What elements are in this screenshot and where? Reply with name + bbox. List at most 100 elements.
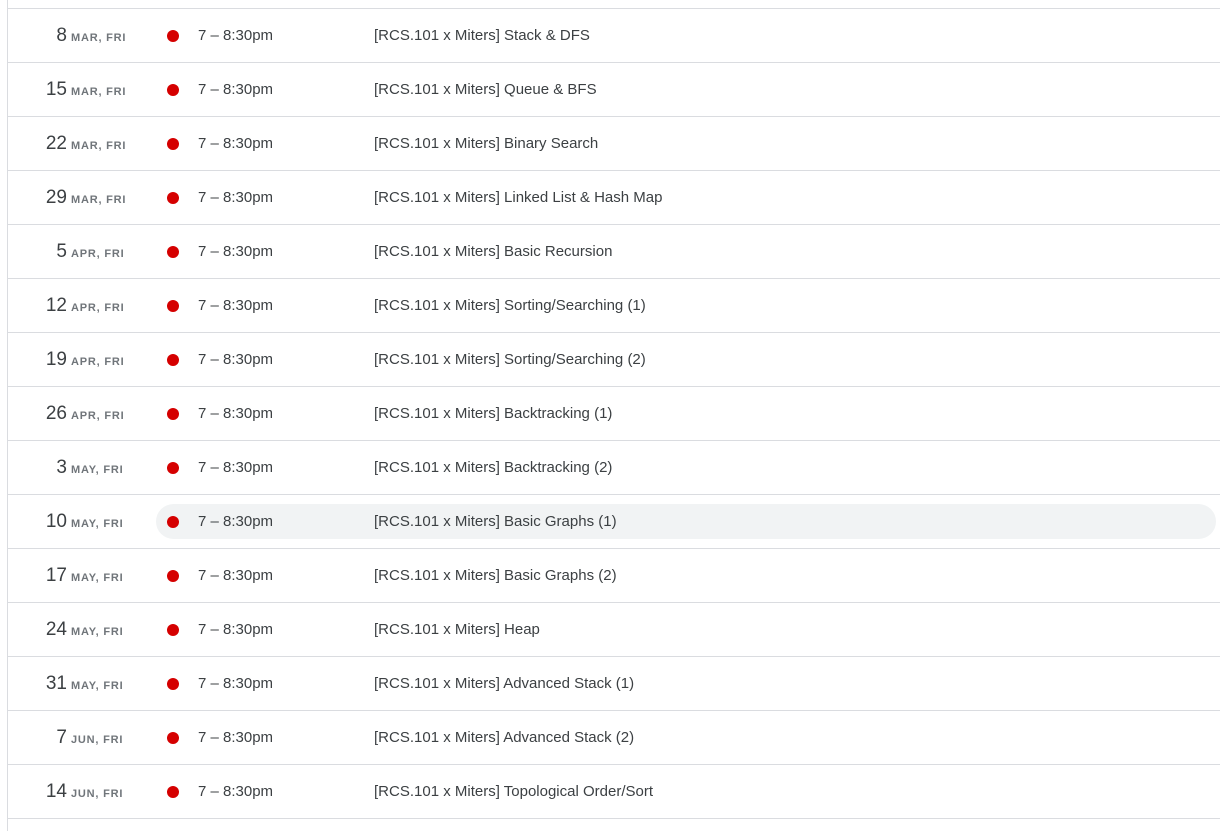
event-title: [RCS.101 x Miters] Topological Order/Sor…: [374, 783, 654, 800]
event-time: 7 – 8:30pm: [198, 459, 274, 476]
day-month-weekday[interactable]: MAR, FRI: [71, 9, 126, 62]
event-title: [RCS.101 x Miters] Sorting/Searching (1): [374, 297, 646, 314]
day-number[interactable]: 14: [8, 765, 67, 818]
day-row: 24 MAY, FRI 7 – 8:30pm [RCS.101 x Miters…: [8, 603, 1220, 657]
day-month-weekday[interactable]: MAY, FRI: [71, 549, 123, 602]
day-row: 19 APR, FRI 7 – 8:30pm [RCS.101 x Miters…: [8, 333, 1220, 387]
event-item[interactable]: 7 – 8:30pm [RCS.101 x Miters] Binary Sea…: [156, 126, 1216, 161]
event-color-dot-icon: [167, 732, 179, 744]
event-title: [RCS.101 x Miters] Advanced Stack (1): [374, 675, 635, 692]
event-title: [RCS.101 x Miters] Basic Graphs (2): [374, 567, 617, 584]
event-time: 7 – 8:30pm: [198, 243, 274, 260]
day-number[interactable]: 24: [8, 603, 67, 656]
day-month-weekday[interactable]: APR, FRI: [71, 279, 124, 332]
event-color-dot-icon: [167, 570, 179, 582]
event-color-dot-icon: [167, 678, 179, 690]
event-item[interactable]: 7 – 8:30pm [RCS.101 x Miters] Heap: [156, 612, 1216, 647]
day-row: 8 MAR, FRI 7 – 8:30pm [RCS.101 x Miters]…: [8, 9, 1220, 63]
day-number[interactable]: 8: [8, 9, 67, 62]
event-color-dot-icon: [167, 138, 179, 150]
event-title: [RCS.101 x Miters] Queue & BFS: [374, 81, 597, 98]
event-title: [RCS.101 x Miters] Basic Graphs (1): [374, 513, 617, 530]
event-item[interactable]: 7 – 8:30pm [RCS.101 x Miters] Basic Grap…: [156, 558, 1216, 593]
day-row: 26 APR, FRI 7 – 8:30pm [RCS.101 x Miters…: [8, 387, 1220, 441]
event-time: 7 – 8:30pm: [198, 27, 274, 44]
event-color-dot-icon: [167, 354, 179, 366]
day-month-weekday[interactable]: JUN, FRI: [71, 765, 123, 818]
day-month-weekday[interactable]: JUN, FRI: [71, 711, 123, 764]
day-month-weekday[interactable]: APR, FRI: [71, 333, 124, 386]
event-color-dot-icon: [167, 246, 179, 258]
event-color-dot-icon: [167, 300, 179, 312]
event-time: 7 – 8:30pm: [198, 621, 274, 638]
day-row: 29 MAR, FRI 7 – 8:30pm [RCS.101 x Miters…: [8, 171, 1220, 225]
event-color-dot-icon: [167, 462, 179, 474]
event-time: 7 – 8:30pm: [198, 675, 274, 692]
event-item-hovered[interactable]: 7 – 8:30pm [RCS.101 x Miters] Basic Grap…: [156, 504, 1216, 539]
event-item[interactable]: 7 – 8:30pm [RCS.101 x Miters] Advanced S…: [156, 720, 1216, 755]
day-month-weekday[interactable]: MAY, FRI: [71, 657, 123, 710]
event-title: [RCS.101 x Miters] Advanced Stack (2): [374, 729, 635, 746]
event-title: [RCS.101 x Miters] Heap: [374, 621, 540, 638]
day-number[interactable]: 17: [8, 549, 67, 602]
event-time: 7 – 8:30pm: [198, 567, 274, 584]
day-row: 14 JUN, FRI 7 – 8:30pm [RCS.101 x Miters…: [8, 765, 1220, 819]
day-number[interactable]: 3: [8, 441, 67, 494]
day-row: 12 APR, FRI 7 – 8:30pm [RCS.101 x Miters…: [8, 279, 1220, 333]
event-item[interactable]: 7 – 8:30pm [RCS.101 x Miters] Linked Lis…: [156, 180, 1216, 215]
day-month-weekday[interactable]: MAY, FRI: [71, 603, 123, 656]
event-item[interactable]: 7 – 8:30pm [RCS.101 x Miters] Advanced S…: [156, 666, 1216, 701]
day-row: 10 MAY, FRI 7 – 8:30pm [RCS.101 x Miters…: [8, 495, 1220, 549]
event-title: [RCS.101 x Miters] Backtracking (1): [374, 405, 613, 422]
day-row: 3 MAY, FRI 7 – 8:30pm [RCS.101 x Miters]…: [8, 441, 1220, 495]
day-row: 31 MAY, FRI 7 – 8:30pm [RCS.101 x Miters…: [8, 657, 1220, 711]
event-color-dot-icon: [167, 30, 179, 42]
event-title: [RCS.101 x Miters] Sorting/Searching (2): [374, 351, 646, 368]
event-time: 7 – 8:30pm: [198, 351, 274, 368]
day-number[interactable]: 26: [8, 387, 67, 440]
event-time: 7 – 8:30pm: [198, 189, 274, 206]
day-number[interactable]: 19: [8, 333, 67, 386]
event-item[interactable]: 7 – 8:30pm [RCS.101 x Miters] Sorting/Se…: [156, 342, 1216, 377]
day-month-weekday[interactable]: APR, FRI: [71, 387, 124, 440]
day-number[interactable]: 5: [8, 225, 67, 278]
day-month-weekday[interactable]: MAY, FRI: [71, 495, 123, 548]
day-number[interactable]: 31: [8, 657, 67, 710]
event-time: 7 – 8:30pm: [198, 297, 274, 314]
event-color-dot-icon: [167, 624, 179, 636]
day-month-weekday[interactable]: MAR, FRI: [71, 171, 126, 224]
event-item[interactable]: 7 – 8:30pm [RCS.101 x Miters] Stack & DF…: [156, 18, 1216, 53]
day-row: 17 MAY, FRI 7 – 8:30pm [RCS.101 x Miters…: [8, 549, 1220, 603]
event-time: 7 – 8:30pm: [198, 135, 274, 152]
event-color-dot-icon: [167, 516, 179, 528]
event-title: [RCS.101 x Miters] Binary Search: [374, 135, 599, 152]
day-row: 15 MAR, FRI 7 – 8:30pm [RCS.101 x Miters…: [8, 63, 1220, 117]
day-number[interactable]: 15: [8, 63, 67, 116]
day-month-weekday[interactable]: APR, FRI: [71, 225, 124, 278]
event-item[interactable]: 7 – 8:30pm [RCS.101 x Miters] Queue & BF…: [156, 72, 1216, 107]
day-number[interactable]: 22: [8, 117, 67, 170]
event-item[interactable]: 7 – 8:30pm [RCS.101 x Miters] Backtracki…: [156, 396, 1216, 431]
day-number[interactable]: 7: [8, 711, 67, 764]
schedule-view: 8 MAR, FRI 7 – 8:30pm [RCS.101 x Miters]…: [7, 0, 1220, 831]
event-title: [RCS.101 x Miters] Stack & DFS: [374, 27, 590, 44]
event-item[interactable]: 7 – 8:30pm [RCS.101 x Miters] Basic Recu…: [156, 234, 1216, 269]
event-item[interactable]: 7 – 8:30pm [RCS.101 x Miters] Sorting/Se…: [156, 288, 1216, 323]
event-color-dot-icon: [167, 408, 179, 420]
event-time: 7 – 8:30pm: [198, 81, 274, 98]
event-time: 7 – 8:30pm: [198, 783, 274, 800]
event-title: [RCS.101 x Miters] Backtracking (2): [374, 459, 613, 476]
day-month-weekday[interactable]: MAR, FRI: [71, 63, 126, 116]
day-number[interactable]: 29: [8, 171, 67, 224]
event-color-dot-icon: [167, 786, 179, 798]
day-row: 5 APR, FRI 7 – 8:30pm [RCS.101 x Miters]…: [8, 225, 1220, 279]
day-month-weekday[interactable]: MAY, FRI: [71, 441, 123, 494]
event-color-dot-icon: [167, 84, 179, 96]
event-item[interactable]: 7 – 8:30pm [RCS.101 x Miters] Backtracki…: [156, 450, 1216, 485]
day-month-weekday[interactable]: MAR, FRI: [71, 117, 126, 170]
day-number[interactable]: 10: [8, 495, 67, 548]
event-color-dot-icon: [167, 192, 179, 204]
event-time: 7 – 8:30pm: [198, 729, 274, 746]
day-number[interactable]: 12: [8, 279, 67, 332]
event-item[interactable]: 7 – 8:30pm [RCS.101 x Miters] Topologica…: [156, 774, 1216, 809]
